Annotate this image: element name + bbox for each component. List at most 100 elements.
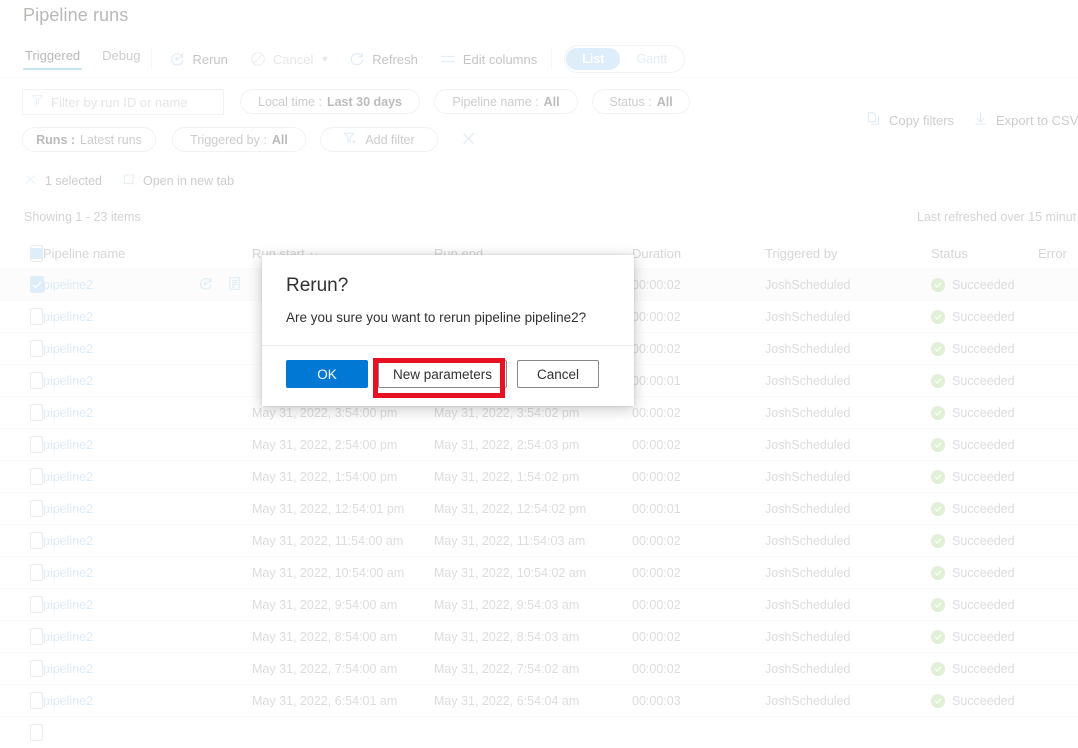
row-checkbox[interactable] bbox=[0, 724, 43, 741]
cell-pipeline-name[interactable]: pipeline2 bbox=[43, 598, 252, 612]
row-checkbox[interactable] bbox=[0, 500, 43, 517]
filter-pill-local-time[interactable]: Local time : Last 30 days bbox=[240, 89, 420, 114]
row-checkbox[interactable] bbox=[0, 692, 43, 709]
pipeline-name-link[interactable]: pipeline2 bbox=[43, 470, 93, 484]
cell-triggered-by: JoshScheduled bbox=[765, 310, 931, 324]
column-header-error[interactable]: Error bbox=[1038, 246, 1078, 261]
column-header-triggered-by[interactable]: Triggered by bbox=[765, 246, 931, 261]
rerun-button[interactable]: Rerun bbox=[169, 51, 227, 67]
column-header-status[interactable]: Status bbox=[931, 246, 1038, 261]
row-checkbox[interactable] bbox=[0, 596, 43, 613]
column-header-pipeline-name[interactable]: Pipeline name bbox=[43, 246, 252, 261]
refresh-button[interactable]: Refresh bbox=[349, 51, 418, 67]
view-toggle[interactable]: List Gantt bbox=[564, 45, 685, 73]
table-row[interactable]: pipeline2May 31, 2022, 8:54:00 amMay 31,… bbox=[0, 620, 1078, 652]
table-row[interactable]: pipeline2May 31, 2022, 2:54:00 pmMay 31,… bbox=[0, 428, 1078, 460]
table-row[interactable]: pipeline2May 31, 2022, 7:54:00 amMay 31,… bbox=[0, 652, 1078, 684]
cell-status: Succeeded bbox=[931, 342, 1038, 356]
cell-pipeline-name[interactable]: pipeline2 bbox=[43, 662, 252, 676]
pipeline-name-link[interactable]: pipeline2 bbox=[43, 694, 93, 708]
pipeline-name-link[interactable]: pipeline2 bbox=[43, 406, 93, 420]
tab-debug[interactable]: Debug bbox=[100, 48, 142, 70]
cell-pipeline-name[interactable]: pipeline2 bbox=[43, 438, 252, 452]
cell-pipeline-name[interactable]: pipeline2 bbox=[43, 342, 252, 356]
pipeline-name-link[interactable]: pipeline2 bbox=[43, 662, 93, 676]
table-row[interactable]: pipeline2May 31, 2022, 1:54:00 pmMay 31,… bbox=[0, 460, 1078, 492]
dialog-ok-button[interactable]: OK bbox=[286, 360, 368, 388]
cell-pipeline-name[interactable]: pipeline2 bbox=[43, 406, 252, 420]
row-checkbox[interactable] bbox=[0, 436, 43, 453]
table-row[interactable]: pipeline2May 31, 2022, 6:54:01 amMay 31,… bbox=[0, 684, 1078, 716]
pipeline-name-link[interactable]: pipeline2 bbox=[43, 598, 93, 612]
pipeline-name-link[interactable]: pipeline2 bbox=[43, 502, 93, 516]
filter-pill-local-time-label: Local time : bbox=[258, 95, 322, 109]
row-checkbox[interactable] bbox=[0, 340, 43, 357]
filter-pill-status[interactable]: Status : All bbox=[592, 89, 690, 114]
row-checkbox[interactable] bbox=[0, 660, 43, 677]
table-row[interactable]: pipeline2May 31, 2022, 9:54:00 amMay 31,… bbox=[0, 588, 1078, 620]
row-checkbox[interactable] bbox=[0, 276, 43, 293]
cancel-label: Cancel bbox=[273, 52, 313, 67]
pipeline-name-link[interactable]: pipeline2 bbox=[43, 566, 93, 580]
tab-triggered-label: Triggered bbox=[25, 48, 80, 63]
row-checkbox[interactable] bbox=[0, 404, 43, 421]
select-all-checkbox[interactable] bbox=[0, 245, 43, 262]
pipeline-name-link[interactable]: pipeline2 bbox=[43, 278, 93, 292]
row-checkbox[interactable] bbox=[0, 628, 43, 645]
pipeline-name-link[interactable]: pipeline2 bbox=[43, 310, 93, 324]
dialog-new-parameters-button[interactable]: New parameters bbox=[378, 360, 507, 388]
row-checkbox[interactable] bbox=[0, 564, 43, 581]
row-checkbox[interactable] bbox=[0, 308, 43, 325]
dialog-cancel-button[interactable]: Cancel bbox=[517, 360, 599, 388]
export-to-csv-button[interactable]: Export to CSV bbox=[973, 111, 1078, 129]
status-badge-label: Succeeded bbox=[952, 502, 1015, 516]
pipeline-name-link[interactable]: pipeline2 bbox=[43, 342, 93, 356]
success-icon bbox=[931, 598, 945, 612]
table-row[interactable]: pipeline2May 31, 2022, 11:54:00 amMay 31… bbox=[0, 524, 1078, 556]
cell-pipeline-name[interactable]: pipeline2 bbox=[43, 534, 252, 548]
filter-pill-triggered-by[interactable]: Triggered by : All bbox=[172, 127, 306, 152]
cell-pipeline-name[interactable]: pipeline2 bbox=[43, 374, 252, 388]
activity-runs-icon[interactable] bbox=[227, 276, 242, 294]
row-checkbox[interactable] bbox=[0, 372, 43, 389]
row-checkbox[interactable] bbox=[0, 468, 43, 485]
cell-run-start: May 31, 2022, 6:54:01 am bbox=[252, 694, 434, 708]
table-row[interactable]: pipeline2May 31, 2022, 12:54:01 pmMay 31… bbox=[0, 492, 1078, 524]
checkbox-icon bbox=[30, 340, 43, 357]
cell-pipeline-name[interactable]: pipeline2 bbox=[43, 566, 252, 580]
pipeline-name-link[interactable]: pipeline2 bbox=[43, 374, 93, 388]
cell-pipeline-name[interactable]: pipeline2 bbox=[43, 502, 252, 516]
add-filter-button[interactable]: Add filter bbox=[320, 127, 438, 152]
cell-pipeline-name[interactable]: pipeline2 bbox=[43, 470, 252, 484]
edit-columns-button[interactable]: Edit columns bbox=[440, 51, 537, 67]
filter-pill-runs[interactable]: Runs : Latest runs bbox=[22, 127, 156, 152]
cell-pipeline-name[interactable]: pipeline2 bbox=[43, 276, 252, 294]
column-header-duration[interactable]: Duration bbox=[632, 246, 765, 261]
rerun-icon[interactable] bbox=[198, 276, 213, 294]
cell-pipeline-name[interactable]: pipeline2 bbox=[43, 694, 252, 708]
table-row[interactable] bbox=[0, 716, 1078, 748]
pipeline-name-link[interactable]: pipeline2 bbox=[43, 630, 93, 644]
view-toggle-list[interactable]: List bbox=[566, 48, 620, 70]
cell-triggered-by: JoshScheduled bbox=[765, 534, 931, 548]
cell-triggered-by: JoshScheduled bbox=[765, 374, 931, 388]
table-row[interactable]: pipeline2May 31, 2022, 10:54:00 amMay 31… bbox=[0, 556, 1078, 588]
dialog-message: Are you sure you want to rerun pipeline … bbox=[286, 309, 610, 327]
cell-pipeline-name[interactable]: pipeline2 bbox=[43, 310, 252, 324]
cell-pipeline-name[interactable]: pipeline2 bbox=[43, 630, 252, 644]
pipeline-name-link[interactable]: pipeline2 bbox=[43, 438, 93, 452]
view-toggle-gantt[interactable]: Gantt bbox=[620, 48, 683, 70]
clear-selection-button[interactable]: 1 selected bbox=[24, 173, 102, 189]
checkbox-icon bbox=[30, 500, 43, 517]
copy-filters-button[interactable]: Copy filters bbox=[866, 111, 954, 129]
open-in-new-tab-button[interactable]: Open in new tab bbox=[122, 173, 234, 189]
clear-filters-button[interactable] bbox=[461, 131, 476, 149]
cell-duration: 00:00:02 bbox=[632, 566, 765, 580]
search-input[interactable]: Filter by run ID or name bbox=[22, 89, 224, 115]
success-icon bbox=[931, 278, 945, 292]
pipeline-name-link[interactable]: pipeline2 bbox=[43, 534, 93, 548]
cancel-button[interactable]: Cancel ▼ bbox=[250, 51, 329, 67]
filter-pill-pipeline-name[interactable]: Pipeline name : All bbox=[434, 89, 578, 114]
row-checkbox[interactable] bbox=[0, 532, 43, 549]
tab-triggered[interactable]: Triggered bbox=[23, 48, 82, 70]
